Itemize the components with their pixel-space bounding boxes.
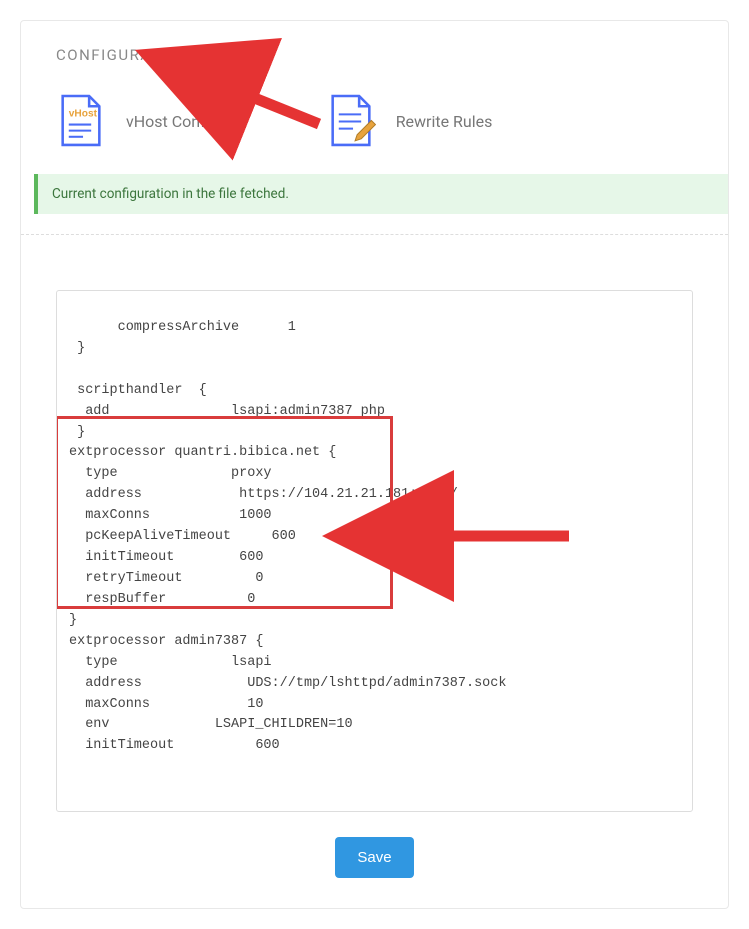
save-button[interactable]: Save bbox=[335, 837, 413, 878]
svg-text:vHost: vHost bbox=[69, 108, 98, 119]
rewrite-file-icon bbox=[326, 94, 376, 149]
config-panel: CONFIGURATIONS vHost vHost Conf bbox=[20, 20, 729, 909]
tab-vhost-label: vHost Conf bbox=[126, 112, 206, 131]
alert-success: Current configuration in the file fetche… bbox=[34, 174, 728, 214]
config-content: compressArchive 1 } scripthandler { add … bbox=[69, 320, 506, 753]
panel-title: CONFIGURATIONS bbox=[56, 46, 693, 64]
save-row: Save bbox=[56, 837, 693, 878]
tab-rewrite-rules[interactable]: Rewrite Rules bbox=[326, 94, 493, 149]
tab-vhost-conf[interactable]: vHost vHost Conf bbox=[56, 94, 206, 149]
divider bbox=[21, 234, 728, 235]
vhost-file-icon: vHost bbox=[56, 94, 106, 149]
tabs-row: vHost vHost Conf Rewrite Rules bbox=[56, 94, 693, 174]
config-textarea[interactable]: compressArchive 1 } scripthandler { add … bbox=[56, 290, 693, 812]
tab-rewrite-label: Rewrite Rules bbox=[396, 112, 493, 131]
